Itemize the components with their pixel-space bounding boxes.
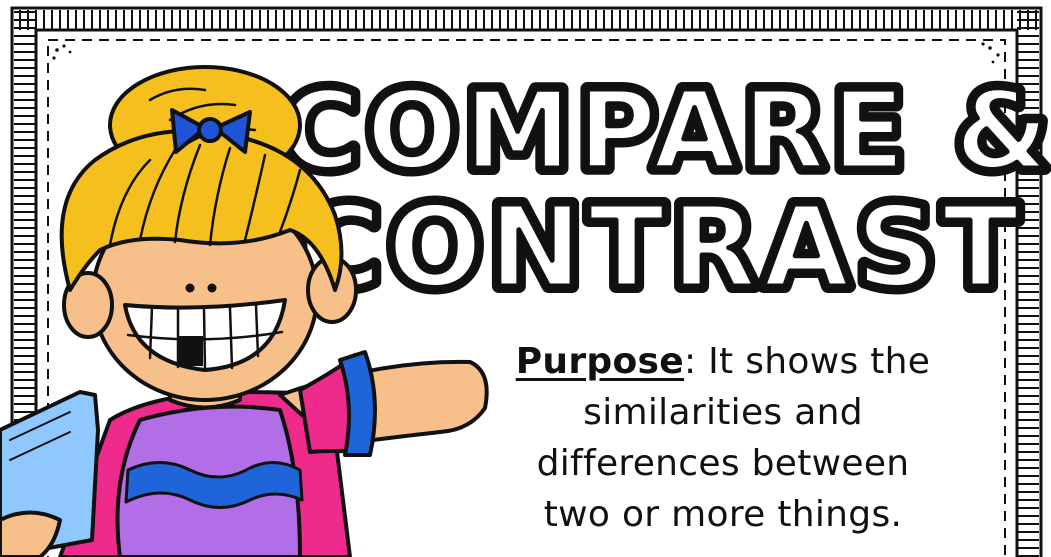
left-hand — [0, 510, 62, 557]
missing-tooth — [179, 336, 203, 366]
purpose-line-4: two or more things. — [543, 494, 903, 535]
purpose-text: Purpose: It shows the similarities and d… — [488, 336, 958, 540]
right-eye — [207, 283, 217, 293]
purpose-line-3: differences between — [536, 443, 910, 484]
purpose-line-2: similarities and — [583, 392, 863, 433]
girl-illustration — [0, 65, 489, 557]
left-eye — [185, 283, 195, 293]
purpose-label: Purpose — [515, 341, 684, 382]
poster: COMPARE & COMPARE & CONTRAST CONTRAST Pu… — [0, 0, 1051, 557]
purpose-line-1: Purpose: It shows the — [488, 336, 958, 387]
purpose-line1-rest: : It shows the — [683, 341, 931, 382]
bow-knot — [197, 117, 223, 143]
